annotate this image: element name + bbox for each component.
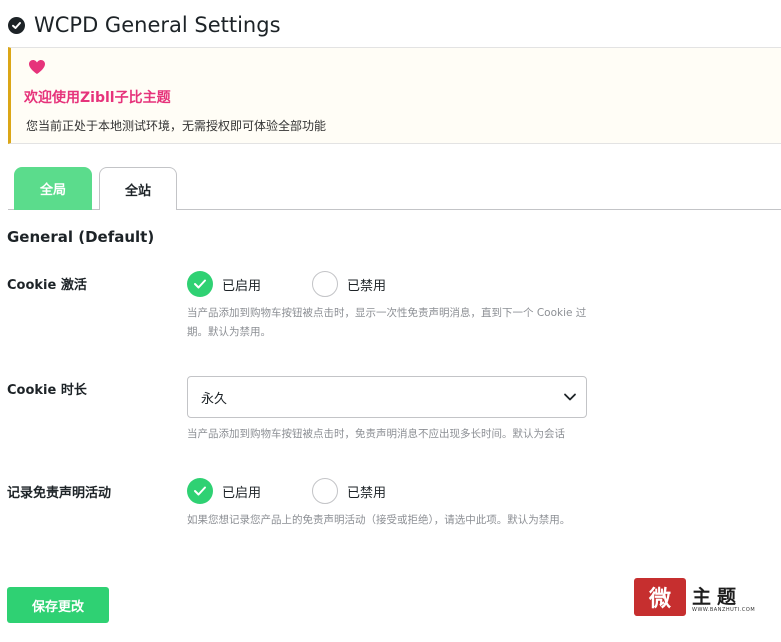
notice-title: 欢迎使用Zibll子比主题 [24,90,171,106]
page-title: WCPD General Settings [34,13,281,37]
check-circle-icon [8,16,25,34]
chevron-down-icon [563,391,577,403]
record-activity-radio-group: 已启用 已禁用 [187,478,386,504]
cookie-duration-label: Cookie 时长 [7,383,87,398]
cookie-activation-label: Cookie 激活 [7,278,87,293]
tab-global[interactable]: 全局 [14,167,92,210]
tab-site-wide[interactable]: 全站 [99,167,177,210]
notice-text: 您当前正处于本地测试环境，无需授权即可体验全部功能 [26,119,327,133]
cookie-activation-enabled-radio[interactable] [187,271,213,297]
cookie-activation-description: 当产品添加到购物车按钮被点击时，显示一次性免责声明消息，直到下一个 Cookie… [187,307,587,338]
watermark-text: 主题 [692,586,743,608]
record-activity-description: 如果您想记录您产品上的免责声明活动（接受或拒绝），请选中此项。默认为禁用。 [187,514,571,526]
section-title: General (Default) [7,228,155,246]
watermark-seal: 微 [634,578,686,616]
record-activity-disabled-label[interactable]: 已禁用 [347,482,386,501]
record-activity-enabled-radio[interactable] [187,478,213,504]
cookie-activation-disabled-radio[interactable] [312,271,339,297]
cookie-activation-radio-group: 已启用 已禁用 [187,271,386,297]
heart-icon [28,59,46,75]
watermark-url: WWW.BANZHUTI.COM [692,607,756,613]
cookie-duration-select[interactable]: 永久 [187,376,587,418]
save-changes-button[interactable]: 保存更改 [7,587,109,623]
settings-tabs: 全局 全站 [8,167,781,210]
cookie-duration-value: 永久 [201,391,228,407]
record-activity-enabled-label[interactable]: 已启用 [222,482,261,501]
cookie-duration-description: 当产品添加到购物车按钮被点击时，免责声明消息不应出现多长时间。默认为会话 [187,428,565,440]
cookie-activation-enabled-label[interactable]: 已启用 [222,275,261,294]
record-activity-disabled-radio[interactable] [312,478,339,504]
record-activity-label: 记录免责声明活动 [7,486,112,501]
cookie-activation-disabled-label[interactable]: 已禁用 [347,275,386,294]
watermark-logo: 微 主题 WWW.BANZHUTI.COM [634,578,756,616]
page-header: WCPD General Settings [8,10,281,40]
welcome-notice: 欢迎使用Zibll子比主题 您当前正处于本地测试环境，无需授权即可体验全部功能 [8,47,781,144]
